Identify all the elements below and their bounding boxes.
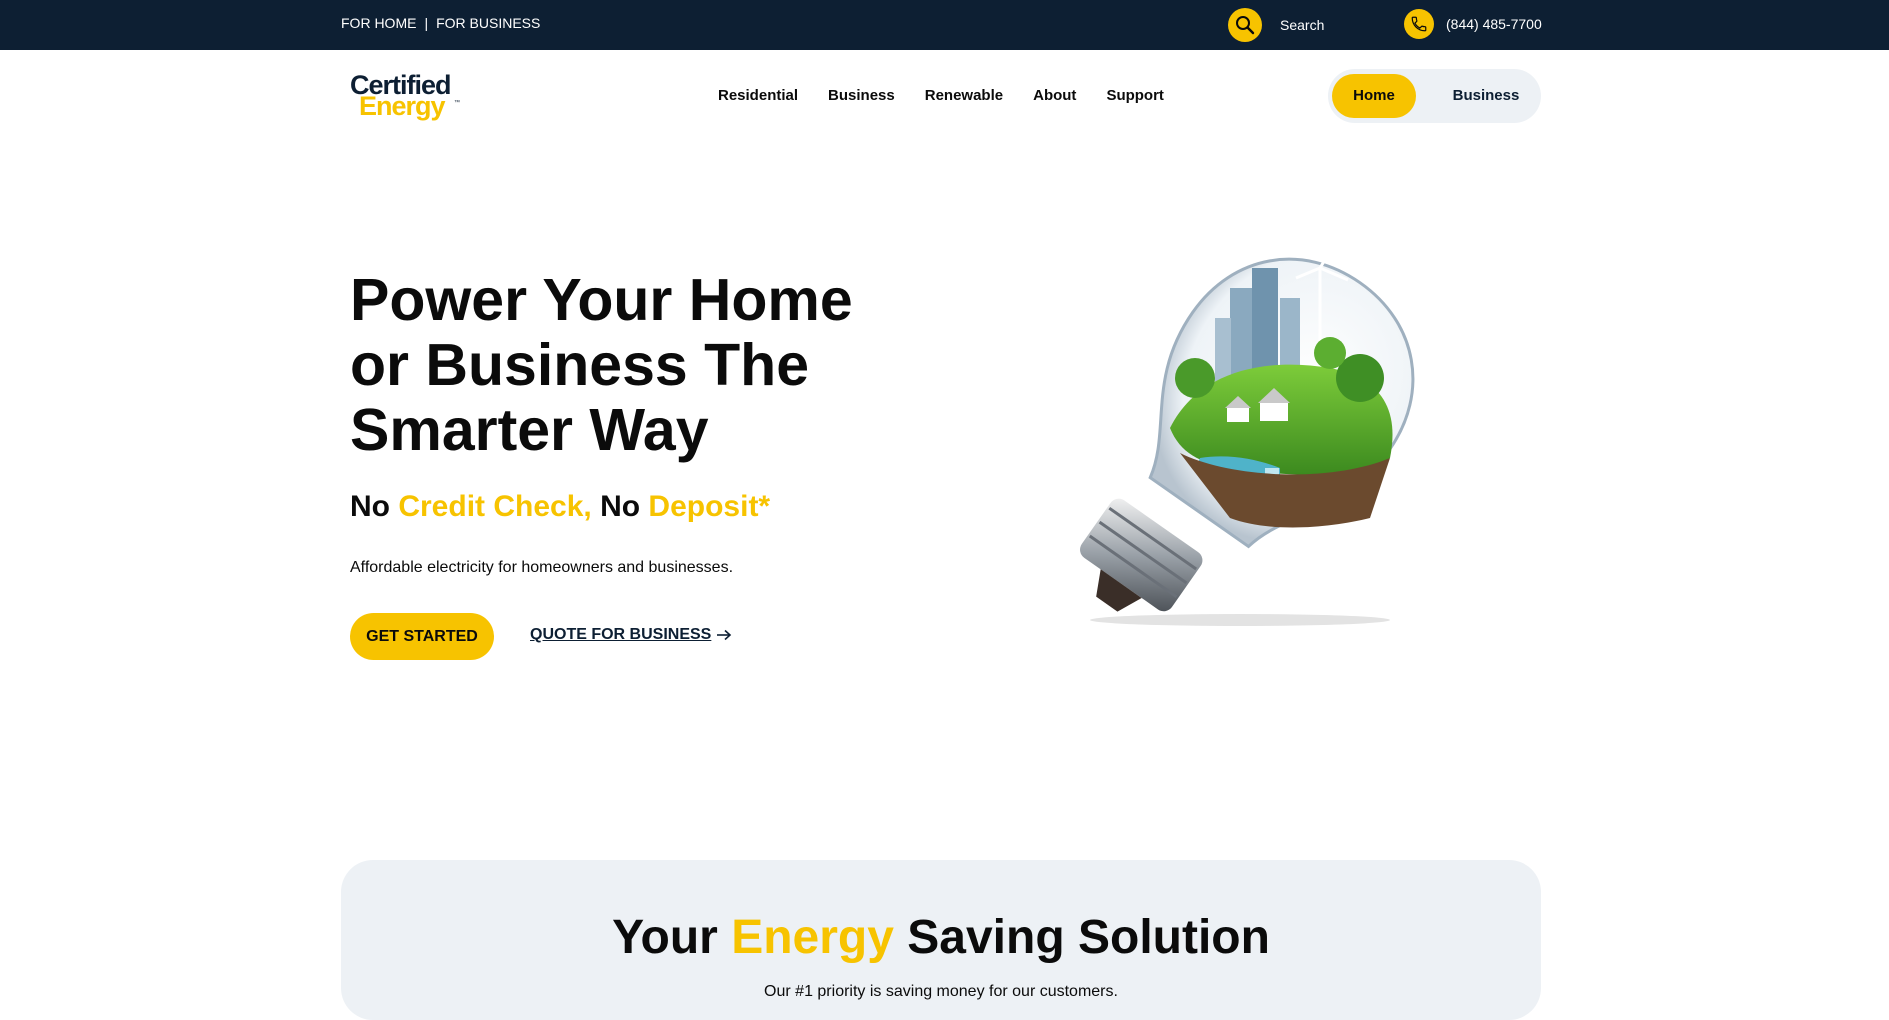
hero-sub-deposit: Deposit* <box>648 490 771 523</box>
logo-trademark: ™ <box>454 100 460 106</box>
savings-title-rest: Saving Solution <box>907 911 1270 964</box>
search-icon <box>1228 8 1262 42</box>
search-button[interactable]: Search <box>1228 8 1324 42</box>
hero-subtitle: No Credit Check, No Deposit* <box>350 490 770 524</box>
logo-line-2: Energy <box>359 91 446 121</box>
quote-for-business-link[interactable]: QUOTE FOR BUSINESS <box>530 626 732 644</box>
audience-switch: FOR HOME | FOR BUSINESS <box>341 15 540 31</box>
savings-title-energy: Energy <box>731 911 894 964</box>
toggle-business[interactable]: Business <box>1438 74 1534 118</box>
nav-renewable[interactable]: Renewable <box>925 87 1003 104</box>
search-label: Search <box>1280 17 1325 33</box>
nav-support[interactable]: Support <box>1106 87 1164 104</box>
audience-separator: | <box>424 15 429 31</box>
toggle-home[interactable]: Home <box>1332 74 1416 118</box>
main-header: Certified Energy ™ Residential Business … <box>0 50 1889 142</box>
main-nav: Residential Business Renewable About Sup… <box>718 87 1164 104</box>
certified-energy-logo[interactable]: Certified Energy ™ <box>350 70 470 122</box>
savings-subtitle: Our #1 priority is saving money for our … <box>764 983 1118 1000</box>
phone-link[interactable]: (844) 485-7700 <box>1404 9 1542 39</box>
top-bar: FOR HOME | FOR BUSINESS Search (844) 485… <box>0 0 1889 50</box>
home-business-toggle: Home Business <box>1328 69 1541 123</box>
savings-title-your: Your <box>612 911 718 964</box>
hero-title: Power Your Home or Business The Smarter … <box>350 267 853 463</box>
savings-section: Your Energy Saving Solution Our #1 prior… <box>341 860 1541 1020</box>
arrow-right-icon <box>717 629 732 641</box>
savings-title: Your Energy Saving Solution <box>341 910 1541 965</box>
hero-description: Affordable electricity for homeowners an… <box>350 559 734 576</box>
hero-sub-no-2: No <box>600 490 641 523</box>
phone-icon <box>1404 9 1434 39</box>
for-home-link[interactable]: FOR HOME <box>341 15 416 31</box>
nav-about[interactable]: About <box>1033 87 1076 104</box>
light-bulb-landscape-illustration <box>1080 242 1415 626</box>
phone-number: (844) 485-7700 <box>1446 16 1542 32</box>
nav-residential[interactable]: Residential <box>718 87 798 104</box>
hero-sub-no-1: No <box>350 490 390 523</box>
hero-sub-credit-check: Credit Check, <box>398 490 592 523</box>
nav-business[interactable]: Business <box>828 87 895 104</box>
get-started-button[interactable]: GET STARTED <box>350 613 494 660</box>
for-business-link[interactable]: FOR BUSINESS <box>436 15 540 31</box>
quote-for-business-label: QUOTE FOR BUSINESS <box>530 626 712 643</box>
